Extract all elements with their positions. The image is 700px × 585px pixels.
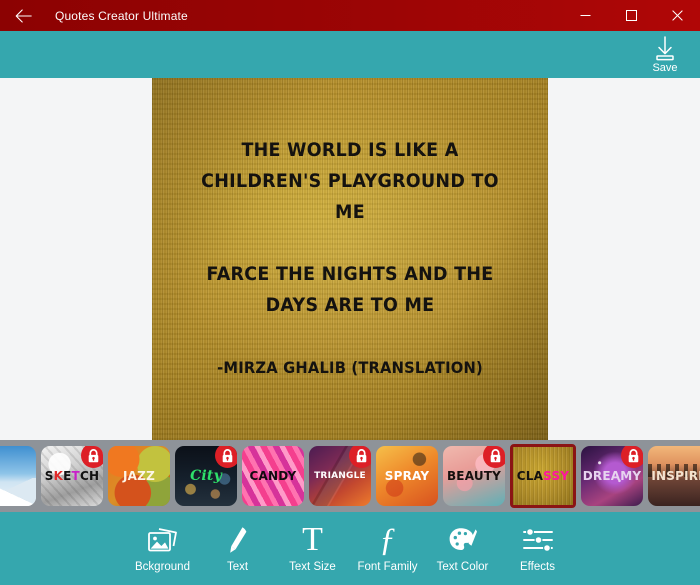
lock-badge [81, 446, 103, 468]
app-window: Quotes Creator Ultimate Save THE WORLD I… [0, 0, 700, 585]
thumbnail-classy[interactable]: CLASSY [510, 444, 576, 508]
lock-badge [621, 446, 643, 468]
bottom-toolbar: Bckground Text T Text Size ƒ Font Family [0, 512, 700, 585]
lock-badge [349, 446, 371, 468]
tool-font-family[interactable]: ƒ Font Family [350, 515, 425, 583]
canvas-stage: THE WORLD IS LIKE A CHILDREN'S PLAYGROUN… [0, 78, 700, 440]
palette-icon [448, 524, 478, 557]
thumbnail-caption: JAZZ [123, 468, 155, 483]
minimize-icon [580, 10, 591, 21]
thumbnail-caption: DREAMY [582, 468, 642, 483]
lock-icon [627, 448, 640, 463]
app-header: Save [0, 31, 700, 78]
tool-label: Bckground [135, 560, 190, 573]
thumbnail-caption: CANDY [249, 468, 297, 483]
thumbnail-mountain[interactable] [0, 446, 36, 506]
thumbnail-candy[interactable]: CANDY [242, 446, 304, 506]
maximize-icon [625, 10, 637, 21]
close-icon [671, 10, 683, 21]
tool-label: Text Size [289, 560, 336, 573]
quote-canvas[interactable]: THE WORLD IS LIKE A CHILDREN'S PLAYGROUN… [152, 78, 548, 440]
back-button[interactable] [0, 0, 46, 31]
save-button[interactable]: Save [636, 31, 694, 74]
lock-badge [215, 446, 237, 468]
quote-line: FARCE THE NIGHTS AND THE [206, 263, 494, 285]
thumbnail-spray[interactable]: SPRAY [376, 446, 438, 506]
thumbnail-sketch[interactable]: SKETCH [41, 446, 103, 506]
thumbnail-caption: City [190, 467, 222, 484]
quote-spacer [198, 228, 502, 259]
thumbnail-dreamy[interactable]: DREAMY [581, 446, 643, 506]
lock-icon [489, 448, 502, 463]
title-bar: Quotes Creator Ultimate [0, 0, 700, 31]
thumbnail-beauty[interactable]: BEAUTY [443, 446, 505, 506]
tool-effects[interactable]: Effects [500, 515, 575, 583]
quote-text-block[interactable]: THE WORLD IS LIKE A CHILDREN'S PLAYGROUN… [198, 135, 502, 383]
window-title: Quotes Creator Ultimate [55, 8, 188, 23]
thumbnail-triangle[interactable]: TRIANGLE [309, 446, 371, 506]
minimize-button[interactable] [562, 0, 608, 31]
save-label: Save [652, 62, 678, 74]
thumbnail-caption: INSPIRE [651, 468, 700, 483]
thumbnail-art [0, 446, 36, 506]
maximize-button[interactable] [608, 0, 654, 31]
sliders-icon [522, 524, 554, 557]
tool-text-size[interactable]: T Text Size [275, 515, 350, 583]
tool-label: Text Color [436, 560, 489, 573]
lock-icon [221, 448, 234, 463]
tool-bckground[interactable]: Bckground [125, 515, 200, 583]
lock-badge [483, 446, 505, 468]
letter-t-icon: T [302, 521, 323, 558]
lock-icon [87, 448, 100, 463]
quote-line: DAYS ARE TO ME [265, 294, 435, 316]
thumbnail-caption: TRIANGLE [314, 470, 366, 481]
script-f-icon: ƒ [379, 521, 396, 558]
download-save-icon [652, 35, 678, 63]
thumbnail-caption: SPRAY [384, 468, 430, 483]
quote-author: -MIRZA GHALIB (TRANSLATION) [217, 358, 483, 377]
tool-text-color[interactable]: Text Color [425, 515, 500, 583]
thumbnail-inspire[interactable]: INSPIRE [648, 446, 700, 506]
quote-line: THE WORLD IS LIKE A [241, 139, 459, 161]
images-stack-icon [147, 524, 179, 557]
thumbnail-caption: CLASSY [516, 468, 570, 483]
tool-label: Effects [520, 560, 555, 573]
quote-line: CHILDREN'S PLAYGROUND TO [201, 170, 499, 192]
close-button[interactable] [654, 0, 700, 31]
thumbnail-caption: BEAUTY [446, 468, 502, 483]
background-theme-strip[interactable]: SKETCH JAZZ City CANDY TRIANGLE SPRAY BEAUTY CL… [0, 440, 700, 512]
thumbnail-jazz[interactable]: JAZZ [108, 446, 170, 506]
lock-icon [355, 448, 368, 463]
thumbnail-caption: SKETCH [44, 468, 100, 483]
tool-label: Font Family [357, 560, 418, 573]
tool-label: Text [226, 560, 249, 573]
quote-line: ME [335, 201, 365, 223]
pen-icon [226, 524, 250, 557]
back-arrow-icon [15, 8, 32, 23]
thumbnail-city[interactable]: City [175, 446, 237, 506]
tool-text[interactable]: Text [200, 515, 275, 583]
window-controls [562, 0, 700, 31]
